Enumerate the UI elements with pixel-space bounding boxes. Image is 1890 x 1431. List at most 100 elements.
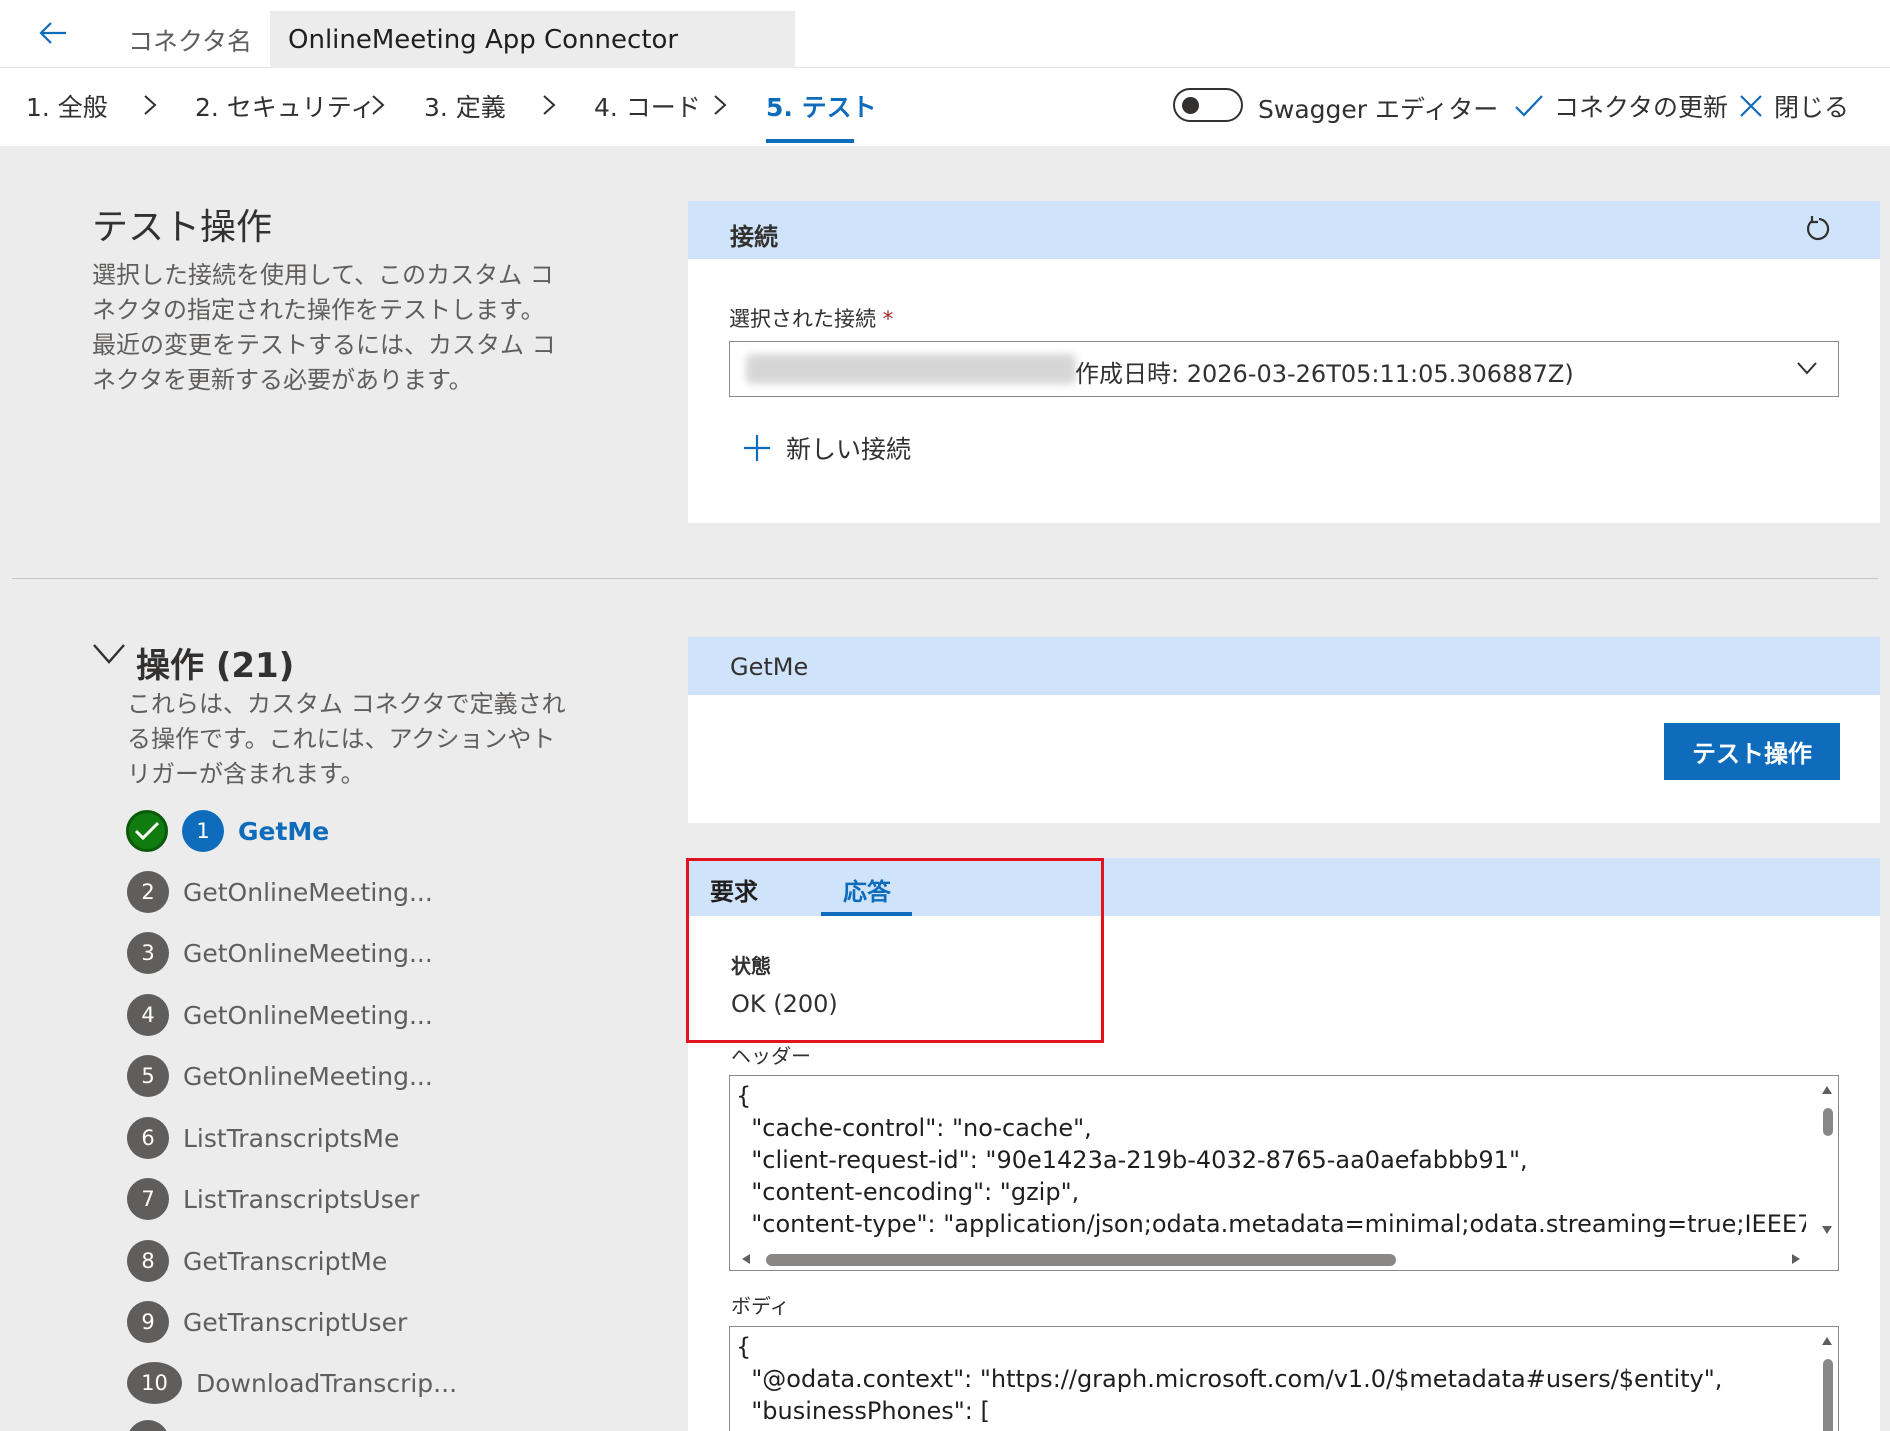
- operation-number: 9: [127, 1301, 169, 1343]
- operation-label: DownloadTranscrip...: [196, 1368, 458, 1398]
- code-line: "@odata.context": "https://graph.microso…: [736, 1365, 1723, 1393]
- operation-number: 7: [127, 1178, 169, 1220]
- operation-number: 5: [127, 1055, 169, 1097]
- scrollbar-thumb[interactable]: [766, 1254, 1396, 1266]
- operation-item-getme[interactable]: 1 GetMe: [182, 810, 329, 852]
- operation-label: GetTranscriptMe: [183, 1246, 388, 1276]
- operation-card-header: GetMe: [688, 637, 1880, 695]
- operation-number: 2: [127, 871, 169, 913]
- operation-item[interactable]: 8 GetTranscriptMe: [127, 1240, 387, 1282]
- operation-label: GetOnlineMeeting...: [183, 877, 433, 907]
- operation-item[interactable]: 9 GetTranscriptUser: [127, 1301, 407, 1343]
- headers-label: ヘッダー: [731, 1044, 811, 1068]
- refresh-icon[interactable]: [1804, 214, 1834, 244]
- desc-line: ネクタの指定された操作をテストします。: [92, 296, 545, 324]
- selected-connection-label: 選択された接続 *: [729, 303, 893, 333]
- headers-code-box[interactable]: { "cache-control": "no-cache", "client-r…: [729, 1075, 1839, 1271]
- operation-label: GetTranscriptUser: [183, 1307, 408, 1337]
- test-operation-title: テスト操作: [92, 207, 273, 248]
- desc-line: 選択した接続を使用して、このカスタム コ: [92, 261, 554, 289]
- operation-item[interactable]: 4 GetOnlineMeeting...: [127, 994, 433, 1036]
- chevron-right-icon: [714, 95, 727, 115]
- step-definition[interactable]: 3. 定義: [424, 88, 506, 124]
- connection-title: 接続: [730, 223, 778, 251]
- operation-number: 1: [182, 810, 224, 852]
- desc-line: る操作です。これには、アクションやト: [127, 725, 556, 753]
- desc-line: ネクタを更新する必要があります。: [92, 366, 473, 394]
- connector-name-label: コネクタ名: [128, 27, 253, 56]
- close-button[interactable]: 閉じる: [1738, 88, 1849, 124]
- required-mark: *: [882, 307, 894, 331]
- test-operation-description: 選択した接続を使用して、このカスタム コ ネクタの指定された操作をテストします。…: [92, 258, 556, 398]
- operations-description: これらは、カスタム コネクタで定義され る操作です。これには、アクションやト リ…: [127, 687, 566, 792]
- step-test[interactable]: 5. テスト: [766, 88, 877, 124]
- scrollbar-thumb[interactable]: [1823, 1359, 1833, 1431]
- vertical-scrollbar[interactable]: [1816, 1076, 1838, 1270]
- scrollbar-thumb[interactable]: [1823, 1108, 1833, 1136]
- operation-number: 3: [127, 932, 169, 974]
- scroll-right-arrow-icon[interactable]: [1792, 1254, 1800, 1264]
- chevron-right-icon: [543, 95, 556, 115]
- operation-item[interactable]: 6 ListTranscriptsMe: [127, 1117, 399, 1159]
- operation-item[interactable]: 7 ListTranscriptsUser: [127, 1178, 419, 1220]
- chevron-down-icon[interactable]: [92, 642, 126, 666]
- section-divider: [12, 578, 1878, 579]
- code-line: {: [736, 1082, 752, 1110]
- connection-select-value: 作成日時: 2026-03-26T05:11:05.306887Z): [1075, 360, 1574, 388]
- step-general[interactable]: 1. 全般: [26, 88, 108, 124]
- step-code[interactable]: 4. コード: [594, 88, 701, 124]
- top-bar: コネクタ名 OnlineMeeting App Connector: [0, 0, 1890, 68]
- code-line: {: [736, 1333, 752, 1361]
- operation-label: ListTranscriptsMe: [183, 1123, 400, 1153]
- operation-label: GetOnlineMeeting...: [183, 938, 433, 968]
- desc-line: これらは、カスタム コネクタで定義され: [127, 690, 566, 718]
- update-connector-button[interactable]: コネクタの更新: [1514, 88, 1728, 124]
- body-code-box[interactable]: { "@odata.context": "https://graph.micro…: [729, 1326, 1839, 1431]
- chevron-right-icon: [372, 95, 385, 115]
- desc-line: リガーが含まれます。: [127, 760, 365, 788]
- operation-item[interactable]: 10 DownloadTranscrip...: [127, 1362, 457, 1404]
- code-line: "cache-control": "no-cache",: [736, 1114, 1092, 1142]
- test-operation-button[interactable]: テスト操作: [1664, 723, 1840, 780]
- scroll-up-arrow-icon[interactable]: [1822, 1086, 1832, 1094]
- vertical-scrollbar[interactable]: [1816, 1327, 1838, 1431]
- code-line: "client-request-id": "90e1423a-219b-4032…: [736, 1146, 1528, 1174]
- scroll-down-arrow-icon[interactable]: [1822, 1226, 1832, 1234]
- back-arrow-icon[interactable]: [36, 16, 70, 50]
- code-line: "businessPhones": [: [736, 1397, 990, 1425]
- success-check-icon: [126, 810, 168, 852]
- operation-title: GetMe: [730, 653, 809, 681]
- operation-item[interactable]: 2 GetOnlineMeeting...: [127, 871, 433, 913]
- new-connection-button[interactable]: 新しい接続: [742, 430, 911, 466]
- selected-connection-label-text: 選択された接続: [729, 307, 876, 331]
- scroll-left-arrow-icon[interactable]: [742, 1254, 750, 1264]
- highlight-annotation: [686, 858, 1104, 1043]
- update-connector-label: コネクタの更新: [1554, 93, 1729, 122]
- operation-label: GetOnlineMeeting...: [183, 1000, 433, 1030]
- operation-number: 6: [127, 1117, 169, 1159]
- horizontal-scrollbar[interactable]: [730, 1248, 1838, 1270]
- plus-icon: [744, 435, 770, 461]
- connection-select[interactable]: 作成日時: 2026-03-26T05:11:05.306887Z): [729, 341, 1839, 397]
- connector-name-input[interactable]: OnlineMeeting App Connector: [270, 11, 795, 68]
- new-connection-label: 新しい接続: [786, 435, 912, 464]
- close-icon: [1740, 95, 1762, 117]
- operation-number: 10: [127, 1362, 182, 1404]
- operation-item[interactable]: 3 GetOnlineMeeting...: [127, 932, 433, 974]
- chevron-right-icon: [144, 95, 157, 115]
- step-security[interactable]: 2. セキュリティ: [195, 88, 375, 124]
- body-label: ボディ: [731, 1294, 790, 1318]
- swagger-editor-toggle[interactable]: [1173, 88, 1243, 122]
- code-line: "content-type": "application/json;odata.…: [751, 1210, 1806, 1238]
- operation-label: ListTranscriptsUser: [183, 1184, 420, 1214]
- scroll-up-arrow-icon[interactable]: [1822, 1337, 1832, 1345]
- operation-item[interactable]: 5 GetOnlineMeeting...: [127, 1055, 433, 1097]
- operation-number-partial: [127, 1420, 169, 1431]
- redacted-connection-name: [746, 354, 1076, 384]
- operation-number: 8: [127, 1240, 169, 1282]
- operation-number: 4: [127, 994, 169, 1036]
- operations-title: 操作 (21): [136, 646, 295, 686]
- checkmark-icon: [1515, 95, 1543, 117]
- close-label: 閉じる: [1774, 93, 1850, 122]
- connection-card-header: 接続: [688, 201, 1880, 259]
